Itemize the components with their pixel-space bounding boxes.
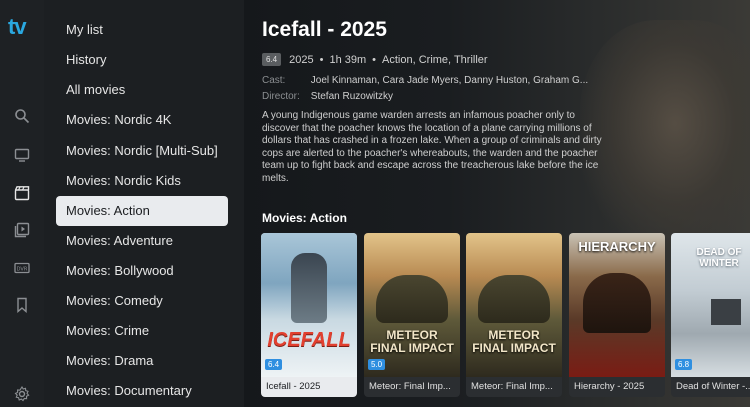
category-item-all-movies[interactable]: All movies xyxy=(56,75,228,105)
category-item-my-list[interactable]: My list xyxy=(56,15,228,45)
movie-description: A young Indigenous game warden arrests a… xyxy=(262,110,602,184)
poster-image: METEOR FINAL IMPACT xyxy=(466,233,562,377)
separator-dot: • xyxy=(319,53,324,66)
gear-icon[interactable] xyxy=(12,384,32,404)
series-icon[interactable] xyxy=(12,220,32,240)
movie-duration: 1h 39m xyxy=(329,53,367,66)
poster-title-art: METEOR FINAL IMPACT xyxy=(472,328,556,355)
poster-card[interactable]: HIERARCHY Hierarchy - 2025 xyxy=(569,233,665,397)
director-row: Director: Stefan Ruzowitzky xyxy=(262,91,393,102)
tv-icon[interactable] xyxy=(12,145,32,165)
poster-card[interactable]: ICEFALL 6.4 Icefall - 2025 xyxy=(261,233,357,397)
category-item-drama[interactable]: Movies: Drama xyxy=(56,346,228,376)
movie-genres: Action, Crime, Thriller xyxy=(382,53,488,66)
poster-figures xyxy=(478,275,550,323)
rating-badge: 5.0 xyxy=(368,359,386,370)
poster-caption: Hierarchy - 2025 xyxy=(574,381,645,392)
cast-value: Joel Kinnaman, Cara Jade Myers, Danny Hu… xyxy=(310,75,589,86)
poster-image: ICEFALL xyxy=(261,233,357,377)
app-logo[interactable]: tv xyxy=(8,14,27,40)
category-item-bollywood[interactable]: Movies: Bollywood xyxy=(56,256,228,286)
bookmark-icon[interactable] xyxy=(12,295,32,315)
dvr-icon[interactable]: DVR xyxy=(12,258,32,278)
movie-title: Icefall - 2025 xyxy=(262,18,387,41)
category-item-comedy[interactable]: Movies: Comedy xyxy=(56,286,228,316)
poster-title-art: DEAD OF WINTER xyxy=(696,247,742,269)
rating-badge: 6.4 xyxy=(262,53,282,66)
director-label: Director: xyxy=(262,91,300,102)
category-item-nordic-kids[interactable]: Movies: Nordic Kids xyxy=(56,166,228,196)
category-item-nordic-4k[interactable]: Movies: Nordic 4K xyxy=(56,105,228,135)
rating-badge: 6.8 xyxy=(675,359,693,370)
poster-image: METEOR FINAL IMPACT xyxy=(364,233,460,377)
category-item-history[interactable]: History xyxy=(56,45,228,75)
poster-card[interactable]: DEAD OF WINTER 6.8 Dead of Winter -... xyxy=(671,233,750,397)
poster-caption: Dead of Winter -... xyxy=(676,381,750,392)
icon-rail: tv DVR xyxy=(0,0,44,407)
poster-caption: Meteor: Final Imp... xyxy=(471,381,553,392)
poster-card[interactable]: METEOR FINAL IMPACT 5.0 Meteor: Final Im… xyxy=(364,233,460,397)
row-title: Movies: Action xyxy=(262,211,347,225)
director-value: Stefan Ruzowitzky xyxy=(310,91,394,102)
poster-figure xyxy=(291,253,327,323)
movie-clapper-icon[interactable] xyxy=(12,183,32,203)
poster-image: HIERARCHY xyxy=(569,233,665,377)
movie-meta: 6.4 2025 • 1h 39m • Action, Crime, Thril… xyxy=(262,53,488,66)
movie-year: 2025 xyxy=(289,53,314,66)
category-list: My list History All movies Movies: Nordi… xyxy=(44,0,244,407)
poster-figures xyxy=(376,275,448,323)
category-item-nordic-multi-sub[interactable]: Movies: Nordic [Multi-Sub] xyxy=(56,136,228,166)
poster-title-art: HIERARCHY xyxy=(578,239,656,254)
poster-card[interactable]: METEOR FINAL IMPACT Meteor: Final Imp... xyxy=(466,233,562,397)
category-item-crime[interactable]: Movies: Crime xyxy=(56,316,228,346)
svg-text:DVR: DVR xyxy=(17,267,28,273)
poster-cabin xyxy=(711,299,741,325)
search-icon[interactable] xyxy=(12,106,32,126)
category-item-adventure[interactable]: Movies: Adventure xyxy=(56,226,228,256)
poster-figures xyxy=(583,273,651,333)
poster-title-art: METEOR FINAL IMPACT xyxy=(370,328,454,355)
category-item-action[interactable]: Movies: Action xyxy=(56,196,228,226)
poster-caption: Icefall - 2025 xyxy=(266,381,321,392)
cast-label: Cast: xyxy=(262,75,286,86)
separator-dot: • xyxy=(372,53,377,66)
category-item-documentary[interactable]: Movies: Documentary xyxy=(56,376,228,406)
poster-caption: Meteor: Final Imp... xyxy=(369,381,451,392)
cast-row: Cast: Joel Kinnaman, Cara Jade Myers, Da… xyxy=(262,75,588,86)
poster-image: DEAD OF WINTER xyxy=(671,233,750,377)
hero-figure xyxy=(580,20,750,250)
poster-title-art: ICEFALL xyxy=(267,329,351,351)
rating-badge: 6.4 xyxy=(265,359,283,370)
